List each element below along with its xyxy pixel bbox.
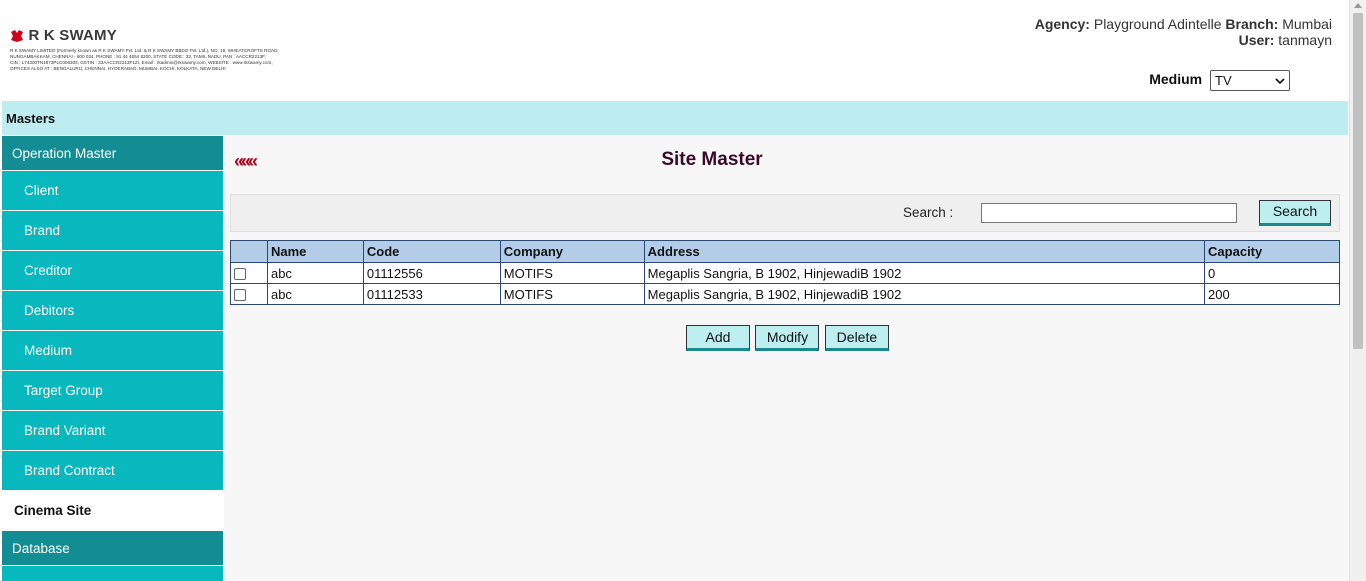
cell-address: Megaplis Sangria, B 1902, HinjewadiB 190… [643, 283, 1206, 305]
cell-capacity: 0 [1204, 262, 1340, 284]
medium-selected-value: TV [1215, 73, 1232, 88]
sidebar-item-label: Creditor [24, 263, 73, 278]
agency-value: Playground Adintelle [1093, 16, 1222, 32]
sidebar-item-debitors[interactable]: Debitors [2, 291, 223, 331]
logo-title: R K SWAMY [28, 27, 117, 45]
sidebar-item-label: Brand [24, 223, 61, 238]
user-label: User: [1238, 32, 1275, 48]
sidebar-item-label: Debitors [24, 303, 75, 318]
row-select-cell [230, 283, 268, 305]
sidebar: Operation Master Client Brand Creditor D… [2, 136, 223, 581]
search-label: Search : [903, 205, 954, 220]
table-row[interactable]: abc 01112556 MOTIFS Megaplis Sangria, B … [230, 262, 1340, 284]
column-header-select [230, 240, 268, 263]
sidebar-item-label: Brand Contract [24, 463, 115, 478]
sidebar-item-medium[interactable]: Medium [2, 331, 223, 371]
table-header-row: Name Code Company Address Capacity [230, 240, 1340, 263]
sidebar-section-database[interactable]: Database [2, 531, 223, 566]
chevron-down-icon [1275, 77, 1285, 84]
cell-name: abc [266, 262, 364, 284]
agency-info: Agency: Playground Adintelle Branch: Mum… [1035, 16, 1332, 48]
logo-lion-icon [11, 29, 23, 42]
sidebar-section-label: Operation Master [12, 146, 117, 161]
action-buttons: Add Modify Delete [686, 325, 890, 351]
medium-select[interactable]: TV [1210, 70, 1290, 91]
branch-label: Branch: [1225, 16, 1279, 32]
search-input[interactable] [981, 203, 1237, 223]
sidebar-item-client[interactable]: Client [2, 171, 223, 211]
column-header-code: Code [362, 240, 501, 263]
masters-label: Masters [6, 111, 56, 126]
medium-selector: Medium TV [1149, 70, 1290, 91]
cell-code: 01112556 [362, 262, 501, 284]
row-checkbox[interactable] [234, 289, 246, 302]
sidebar-item-brand-contract[interactable]: Brand Contract [2, 451, 223, 491]
scroll-up-arrow-icon[interactable] [1354, 3, 1362, 8]
page-title: Site Master [661, 149, 763, 170]
table-row[interactable]: abc 01112533 MOTIFS Megaplis Sangria, B … [230, 283, 1340, 305]
header: R K SWAMY R K SWAMY LIMITED (Formerly kn… [0, 0, 1348, 100]
cell-code: 01112533 [362, 283, 501, 305]
medium-label: Medium [1149, 71, 1203, 88]
fine-print-line: OFFICES ALSO AT : BENGALURU, CHENNAI, HY… [10, 66, 226, 71]
row-select-cell [230, 262, 268, 284]
delete-button[interactable]: Delete [824, 325, 889, 351]
sidebar-item-target-group[interactable]: Target Group [2, 371, 223, 411]
modify-button[interactable]: Modify [755, 325, 820, 351]
main-content: ««« Site Master Search : Search Name Cod… [224, 136, 1348, 581]
masters-menu-bar[interactable]: Masters [2, 101, 1348, 135]
scrollbar-thumb[interactable] [1353, 13, 1363, 349]
add-button[interactable]: Add [686, 325, 750, 351]
cell-company: MOTIFS [499, 262, 645, 284]
sidebar-item-label: Brand Variant [24, 423, 106, 438]
cell-address: Megaplis Sangria, B 1902, HinjewadiB 190… [643, 262, 1206, 284]
sidebar-section-operation-master[interactable]: Operation Master [2, 136, 223, 171]
sidebar-section-label: Database [12, 541, 70, 556]
logo-fine-print: R K SWAMY LIMITED (Formerly known as R K… [10, 48, 355, 72]
row-checkbox[interactable] [234, 268, 246, 281]
column-header-name: Name [266, 240, 364, 263]
cell-name: abc [266, 283, 364, 305]
cell-capacity: 200 [1204, 283, 1340, 305]
company-logo: R K SWAMY R K SWAMY LIMITED (Formerly kn… [10, 27, 355, 72]
sidebar-item-cinema-site[interactable]: Cinema Site [2, 491, 223, 531]
search-panel: Search : Search [230, 194, 1340, 232]
sidebar-item-label: Target Group [24, 383, 103, 398]
sidebar-item-label: Client [24, 183, 59, 198]
site-table: Name Code Company Address Capacity abc 0… [230, 240, 1340, 305]
page: R K SWAMY R K SWAMY LIMITED (Formerly kn… [0, 0, 1366, 581]
column-header-capacity: Capacity [1204, 240, 1340, 263]
vertical-scrollbar[interactable] [1349, 0, 1366, 581]
sidebar-item-brand-variant[interactable]: Brand Variant [2, 411, 223, 451]
search-button[interactable]: Search [1259, 200, 1331, 226]
sidebar-item-brand[interactable]: Brand [2, 211, 223, 251]
sidebar-item-creditor[interactable]: Creditor [2, 251, 223, 291]
agency-label: Agency: [1034, 16, 1090, 32]
column-header-address: Address [643, 240, 1206, 263]
cell-company: MOTIFS [499, 283, 645, 305]
sidebar-item-label: Cinema Site [14, 503, 92, 518]
sidebar-next-item[interactable] [2, 566, 223, 581]
column-header-company: Company [499, 240, 645, 263]
branch-value: Mumbai [1282, 16, 1332, 32]
user-value: tanmayn [1278, 32, 1332, 48]
sidebar-item-label: Medium [24, 343, 73, 358]
